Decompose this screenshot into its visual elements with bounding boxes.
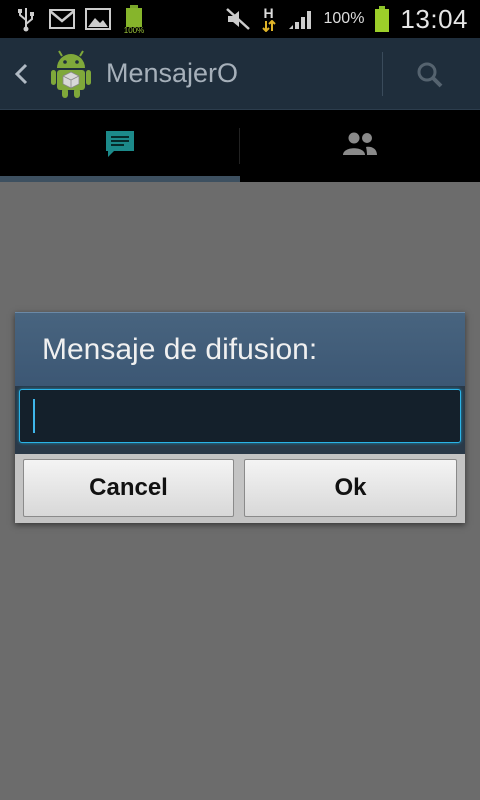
broadcast-dialog: Mensaje de difusion: Cancel Ok [15,312,465,523]
svg-text:100%: 100% [124,26,144,34]
mute-icon [224,5,252,33]
broadcast-message-input[interactable] [19,389,461,443]
search-icon[interactable] [413,58,447,92]
back-arrow-icon[interactable] [10,60,32,88]
tab-messages[interactable] [0,110,240,182]
gmail-icon [48,5,76,33]
gallery-icon [84,5,112,33]
ok-button[interactable]: Ok [244,459,457,517]
battery-full-small-icon: 100% [120,5,150,34]
network-hspa-icon: H [260,5,278,33]
dialog-header: Mensaje de difusion: [15,312,465,386]
contacts-icon [342,131,378,162]
android-app-icon[interactable] [48,48,94,100]
action-bar: MensajerO [0,38,480,110]
action-bar-divider [382,52,383,96]
dialog-title: Mensaje de difusion: [42,333,318,366]
battery-percentage: 100% [323,10,365,27]
tab-bar [0,110,480,182]
app-title: MensajerO [106,58,239,88]
selected-tab-indicator [0,176,240,182]
signal-strength-icon [286,5,316,33]
status-bar: 100% H 100% 13:04 [0,0,480,38]
tab-contacts[interactable] [240,110,480,182]
clock: 13:04 [400,3,468,34]
dialog-button-bar: Cancel Ok [15,454,465,523]
usb-icon [12,5,40,33]
text-cursor [33,399,35,433]
cancel-button[interactable]: Cancel [23,459,234,517]
dialog-body [15,386,465,454]
battery-icon [372,5,392,33]
chat-bubble-icon [104,129,136,164]
